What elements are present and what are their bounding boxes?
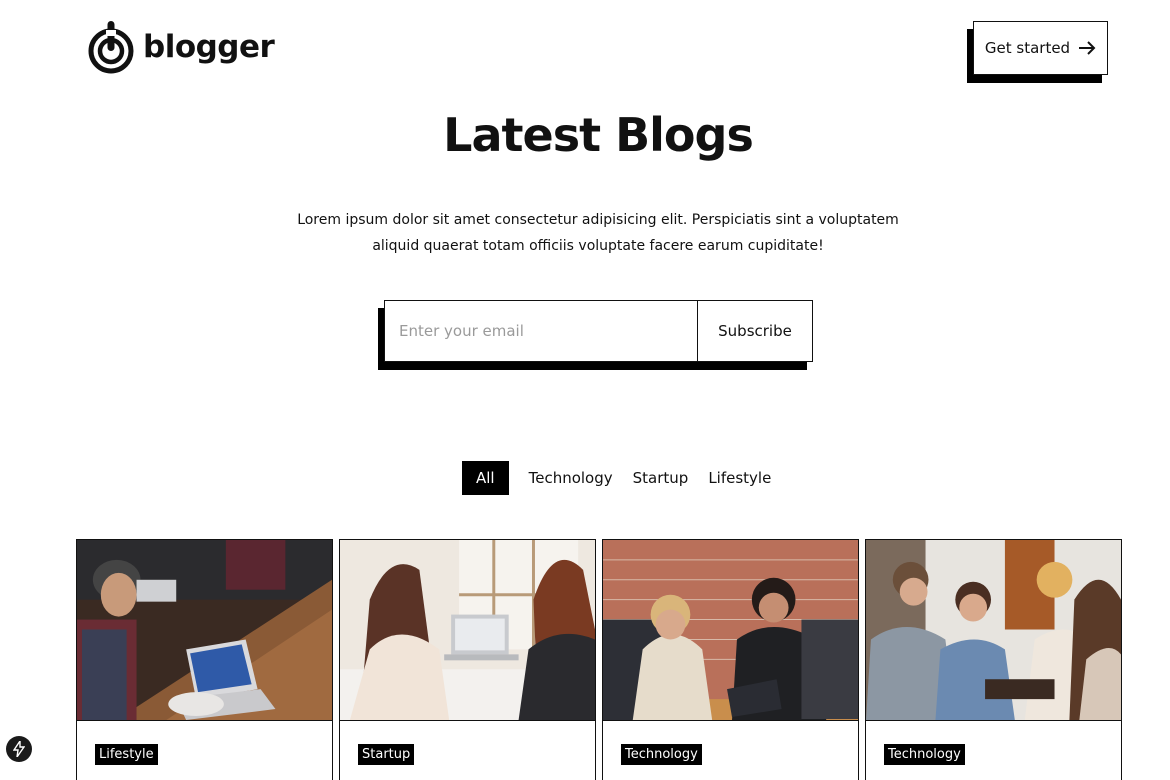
blog-card-image [603, 540, 858, 721]
hero-description: Lorem ipsum dolor sit amet consectetur a… [297, 212, 899, 254]
subscribe-button[interactable]: Subscribe [698, 301, 812, 361]
blog-card[interactable]: Technology [602, 539, 859, 780]
lightning-bolt-icon [13, 741, 25, 757]
tab-technology[interactable]: Technology [519, 461, 623, 495]
category-badge[interactable]: Lifestyle [95, 744, 158, 765]
logo-mark-icon [88, 21, 134, 74]
subscribe-box: Subscribe [384, 300, 813, 362]
category-badge[interactable]: Startup [358, 744, 415, 765]
blog-card[interactable]: Startup [339, 539, 596, 780]
email-input[interactable] [385, 301, 698, 361]
tab-startup[interactable]: Startup [623, 461, 699, 495]
tab-lifestyle[interactable]: Lifestyle [698, 461, 781, 495]
floating-action-button[interactable] [6, 736, 32, 762]
subscribe-form: Subscribe [378, 300, 813, 370]
blog-card[interactable]: Lifestyle [76, 539, 333, 780]
blog-card-list: Lifestyle Startup Technology Technology [76, 539, 1122, 780]
page-title: Latest Blogs [443, 108, 754, 162]
category-badge[interactable]: Technology [621, 744, 702, 765]
logo-text: blogger [143, 28, 275, 65]
blog-card-image [340, 540, 595, 721]
get-started-label: Get started [984, 39, 1071, 57]
blog-card-image [866, 540, 1121, 721]
get-started-button[interactable]: Get started [973, 21, 1108, 75]
category-badge[interactable]: Technology [884, 744, 965, 765]
blog-card-image [77, 540, 332, 721]
tab-all[interactable]: All [462, 461, 509, 495]
category-filter: All Technology Startup Lifestyle [462, 461, 781, 495]
arrow-right-icon [1079, 41, 1096, 55]
brand-logo[interactable]: blogger [87, 18, 275, 76]
blog-card[interactable]: Technology [865, 539, 1122, 780]
get-started-wrapper: Get started [967, 21, 1108, 83]
